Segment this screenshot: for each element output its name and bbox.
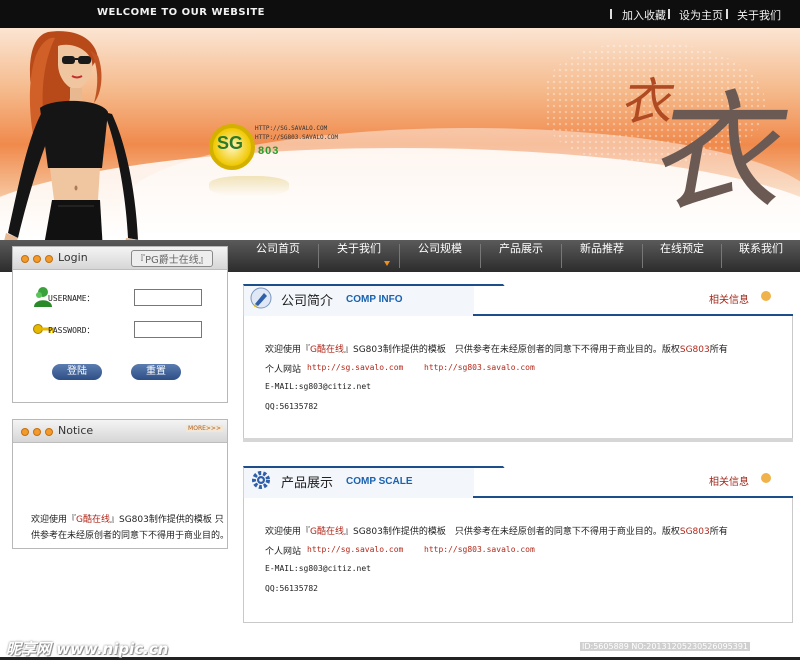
website-url-1[interactable]: http://sg.savalo.com (307, 363, 403, 372)
login-button[interactable]: 登陆 (52, 364, 102, 380)
website-label: 个人网站 (265, 365, 302, 375)
model-illustration (4, 31, 140, 240)
watermark-logo: 昵享网 www.nipic.cn (6, 640, 169, 658)
intro-brand: G酷在线 (310, 527, 344, 537)
related-info-link[interactable]: 相关信息 (709, 473, 749, 488)
notice-text: 欢迎使用『G酷在线』SG803制作提供的模板 只供参考在未经原创者的同意下不得用… (31, 512, 227, 544)
company-info-panel: 公司简介 COMP INFO 相关信息 欢迎使用『G酷在线』SG803制作提供的… (243, 284, 793, 442)
intro-line: 欢迎使用『G酷在线』SG803制作提供的模板 只供参考在未经原创者的同意下不得用… (265, 524, 728, 537)
dot-icon (33, 255, 41, 263)
email-text: E-MAIL:sg803@citiz.net (265, 564, 371, 573)
related-info-link[interactable]: 相关信息 (709, 291, 749, 306)
website-label: 个人网站 (265, 547, 302, 557)
nav-contact[interactable]: 联系我们 (722, 240, 800, 272)
panel-body: 欢迎使用『G酷在线』SG803制作提供的模板 只供参考在未经原创者的同意下不得用… (243, 498, 793, 623)
login-title: Login (58, 251, 88, 264)
password-label: PASSWORD： (48, 326, 95, 335)
arrow-right-icon (761, 473, 771, 483)
website-url-2[interactable]: http://sg803.savalo.com (424, 545, 535, 554)
nav-about[interactable]: 关于我们 (319, 240, 399, 272)
about-us-top-link[interactable]: 关于我们 (737, 7, 781, 23)
watermark-id: ID:5605889 NO:20131205230526095391 (580, 642, 751, 651)
notice-title: Notice (58, 424, 94, 437)
pen-icon (250, 287, 272, 309)
dot-icon (21, 428, 29, 436)
panel-title-en: COMP SCALE (346, 476, 413, 487)
site-logo-text: SG (217, 133, 244, 153)
notice-header: Notice MORE>>> (13, 420, 227, 443)
gear-icon (252, 471, 270, 489)
panel-body: 欢迎使用『G酷在线』SG803制作提供的模板 只供参考在未经原创者的同意下不得用… (243, 316, 793, 439)
nav-home[interactable]: 公司首页 (238, 240, 318, 272)
reset-button[interactable]: 重置 (131, 364, 181, 380)
nav-new-arrivals[interactable]: 新品推荐 (562, 240, 642, 272)
intro-mid: 』SG803制作提供的模板 只供参考在未经原创者的同意下不得用于商业目的。版权 (344, 345, 680, 355)
intro-end: 所有 (709, 527, 728, 537)
password-input[interactable] (134, 321, 202, 338)
nav-scale[interactable]: 公司规模 (400, 240, 480, 272)
intro-code: SG803 (679, 345, 710, 355)
intro-end: 所有 (709, 345, 728, 355)
qq-text: QQ:56135782 (265, 584, 318, 593)
dot-icon (45, 428, 53, 436)
intro-mid: 』SG803制作提供的模板 只供参考在未经原创者的同意下不得用于商业目的。版权 (344, 527, 680, 537)
website-url-1[interactable]: http://sg.savalo.com (307, 545, 403, 554)
top-separator (726, 9, 728, 19)
dot-icon (33, 428, 41, 436)
username-input[interactable] (134, 289, 202, 306)
intro-line: 欢迎使用『G酷在线』SG803制作提供的模板 只供参考在未经原创者的同意下不得用… (265, 342, 728, 355)
more-link[interactable]: MORE>>> (186, 425, 223, 432)
header-banner: 衣 衣 SG 803 HTTP://SG.SAVALO.COM HTTP://S… (0, 28, 800, 240)
notice-prefix: 欢迎使用『 (31, 515, 77, 525)
website-url-2[interactable]: http://sg803.savalo.com (424, 363, 535, 372)
logo-reflection (209, 176, 289, 196)
dot-icon (45, 255, 53, 263)
arrow-right-icon (761, 291, 771, 301)
product-showcase-panel: 产品展示 COMP SCALE 相关信息 欢迎使用『G酷在线』SG803制作提供… (243, 466, 793, 626)
intro-code: SG803 (679, 527, 710, 537)
top-bar: WELCOME TO OUR WEBSITE 加入收藏 设为主页 关于我们 (0, 0, 800, 28)
panel-shadow (243, 438, 793, 442)
intro-brand: G酷在线 (310, 345, 344, 355)
intro-prefix: 欢迎使用『 (265, 527, 311, 537)
email-text: E-MAIL:sg803@citiz.net (265, 382, 371, 391)
banner-url-2: HTTP://SG803.SAVALO.COM (255, 134, 339, 141)
intro-prefix: 欢迎使用『 (265, 345, 311, 355)
site-logo-number: 803 (258, 145, 280, 157)
brand-badge: 『PG爵士在线』 (131, 250, 213, 267)
dot-icon (21, 255, 29, 263)
panel-title-zh: 产品展示 (281, 476, 334, 491)
banner-url-1: HTTP://SG.SAVALO.COM (255, 125, 328, 132)
set-homepage-link[interactable]: 设为主页 (679, 7, 723, 23)
top-separator (610, 9, 612, 19)
nav-online-booking[interactable]: 在线预定 (643, 240, 721, 272)
username-label: USERNAME： (48, 294, 95, 303)
top-separator (668, 9, 670, 19)
notice-brand: G酷在线 (76, 515, 110, 525)
nav-dropdown-arrow-icon (384, 261, 390, 266)
panel-title-zh: 公司简介 (281, 294, 334, 309)
nav-products[interactable]: 产品展示 (481, 240, 561, 272)
notice-panel: Notice MORE>>> 欢迎使用『G酷在线』SG803制作提供的模板 只供… (12, 419, 228, 549)
panel-title-en: COMP INFO (346, 294, 403, 305)
welcome-text: WELCOME TO OUR WEBSITE (97, 7, 266, 18)
add-favorite-link[interactable]: 加入收藏 (622, 7, 666, 23)
qq-text: QQ:56135782 (265, 402, 318, 411)
login-header: Login 『PG爵士在线』 (13, 247, 227, 270)
